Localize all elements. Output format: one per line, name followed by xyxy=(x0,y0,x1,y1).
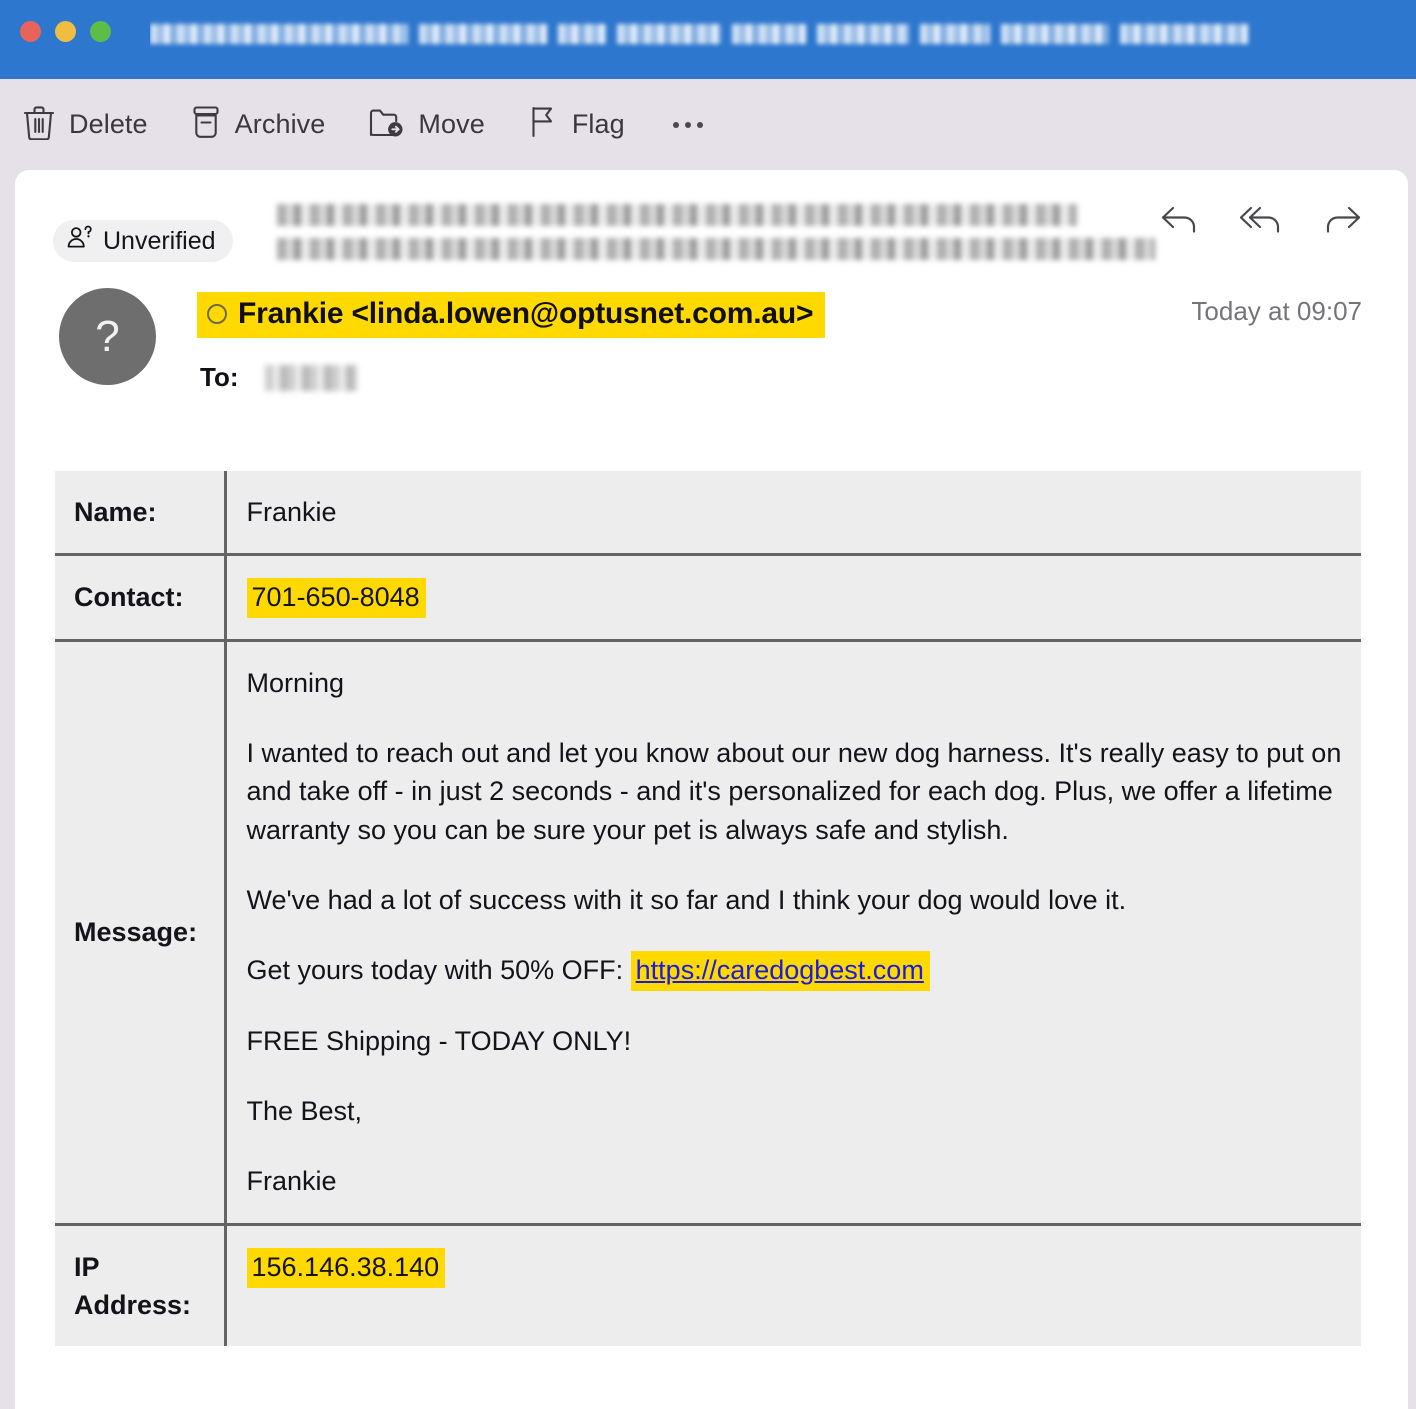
status-badge-unverified[interactable]: Unverified xyxy=(53,220,233,262)
message-paragraph: The Best, xyxy=(246,1095,363,1126)
ellipsis-dot-icon xyxy=(672,121,679,128)
offer-link[interactable]: https://caredogbest.com xyxy=(636,955,924,985)
recipient-label: To: xyxy=(200,362,239,392)
ip-address-label: IP Address: xyxy=(55,1224,227,1347)
message-paragraph: Frankie xyxy=(246,1166,337,1197)
archive-label: Archive xyxy=(234,109,326,139)
status-badge-label: Unverified xyxy=(103,226,216,255)
recipient-row: To: xyxy=(200,362,357,393)
folder-arrow-icon xyxy=(367,104,405,145)
minimize-button[interactable] xyxy=(55,21,76,42)
table-row: IP Address: 156.146.38.140 xyxy=(55,1224,1361,1347)
window-titlebar xyxy=(0,0,1416,79)
avatar-glyph: ? xyxy=(95,311,120,361)
message-label: Message: xyxy=(55,640,227,1226)
move-label: Move xyxy=(418,109,485,139)
ellipsis-dot-icon xyxy=(684,121,691,128)
message-offer-paragraph: Get yours today with 50% OFF: https://ca… xyxy=(246,951,1344,992)
offer-prefix: Get yours today with 50% OFF: xyxy=(246,955,631,986)
flag-icon xyxy=(527,104,559,145)
message-header: Unverified ? Frankie <linda.lowen@optusn… xyxy=(15,170,1408,400)
contact-value-cell: 701-650-8048 xyxy=(225,554,1361,642)
recipient-redacted xyxy=(264,364,357,391)
message-timestamp: Today at 09:07 xyxy=(1191,296,1362,326)
archive-button[interactable]: Archive xyxy=(190,104,326,145)
zoom-button[interactable] xyxy=(90,21,111,42)
sender-address-highlighted[interactable]: Frankie <linda.lowen@optusnet.com.au> xyxy=(197,292,826,338)
message-detail-table: Name: Frankie Contact: 701-650-8048 Mess… xyxy=(55,471,1361,1347)
delete-button[interactable]: Delete xyxy=(22,104,148,145)
person-question-icon xyxy=(66,225,94,258)
close-button[interactable] xyxy=(20,21,41,42)
message-paragraph: Morning xyxy=(246,667,345,698)
forward-arrow-icon[interactable] xyxy=(1322,202,1366,241)
window-controls xyxy=(20,21,111,42)
mail-toolbar: Delete Archive Move Flag xyxy=(0,79,1416,170)
contact-label: Contact: xyxy=(55,554,227,642)
table-row: Message: Morning I wanted to reach out a… xyxy=(55,640,1361,1226)
message-actions xyxy=(1158,202,1366,241)
message-paragraph: I wanted to reach out and let you know a… xyxy=(246,737,1342,845)
contact-value: 701-650-8048 xyxy=(246,578,426,619)
subject-redacted xyxy=(277,204,1167,272)
flag-label: Flag xyxy=(571,109,625,139)
ip-address-value: 156.146.38.140 xyxy=(246,1247,446,1288)
message-card: Unverified ? Frankie <linda.lowen@optusn… xyxy=(15,170,1408,1409)
more-options-button[interactable] xyxy=(672,121,703,128)
sender-address: Frankie <linda.lowen@optusnet.com.au> xyxy=(238,297,814,330)
reply-arrow-icon[interactable] xyxy=(1158,202,1202,241)
move-button[interactable]: Move xyxy=(367,104,485,145)
archive-box-icon xyxy=(190,104,222,145)
ip-label-line2: Address: xyxy=(74,1289,192,1320)
reply-all-arrow-icon[interactable] xyxy=(1238,202,1286,241)
table-row: Contact: 701-650-8048 xyxy=(55,554,1361,642)
offer-link-highlight[interactable]: https://caredogbest.com xyxy=(630,951,930,992)
message-paragraph: FREE Shipping - TODAY ONLY! xyxy=(246,1025,632,1056)
table-row: Name: Frankie xyxy=(55,471,1361,557)
flag-button[interactable]: Flag xyxy=(527,104,625,145)
message-body: Morning I wanted to reach out and let yo… xyxy=(225,640,1361,1226)
subject-redacted-line xyxy=(277,204,1077,226)
ip-label-line1: IP xyxy=(74,1251,100,1282)
subject-redacted-line xyxy=(277,238,1155,260)
window-title-redacted xyxy=(150,18,1270,50)
delete-label: Delete xyxy=(69,109,148,139)
name-value: Frankie xyxy=(225,471,1361,557)
ellipsis-dot-icon xyxy=(696,121,703,128)
message-paragraph: We've had a lot of success with it so fa… xyxy=(246,884,1127,915)
trash-icon xyxy=(22,104,56,145)
name-label: Name: xyxy=(55,471,227,557)
avatar: ? xyxy=(59,288,156,385)
circle-icon xyxy=(207,304,227,324)
ip-address-value-cell: 156.146.38.140 xyxy=(225,1224,1361,1347)
